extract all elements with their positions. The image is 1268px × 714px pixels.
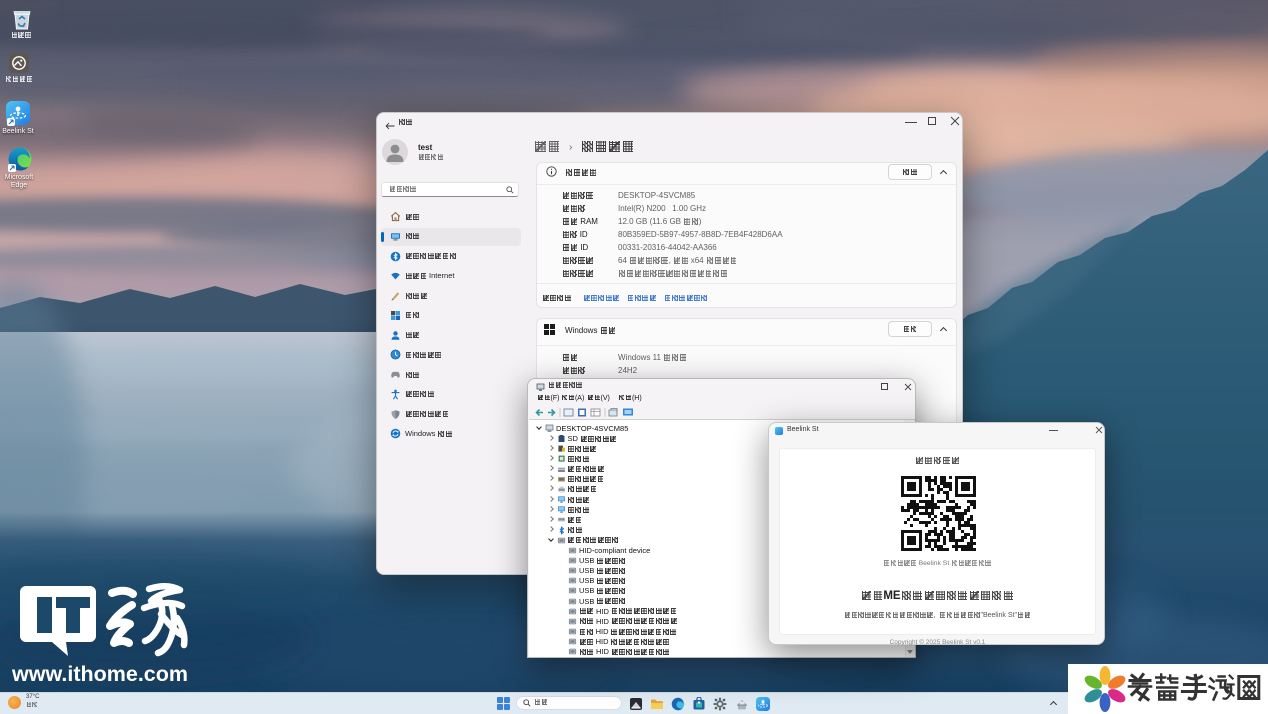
svg-text:www.ithome.com: www.ithome.com	[11, 662, 188, 686]
